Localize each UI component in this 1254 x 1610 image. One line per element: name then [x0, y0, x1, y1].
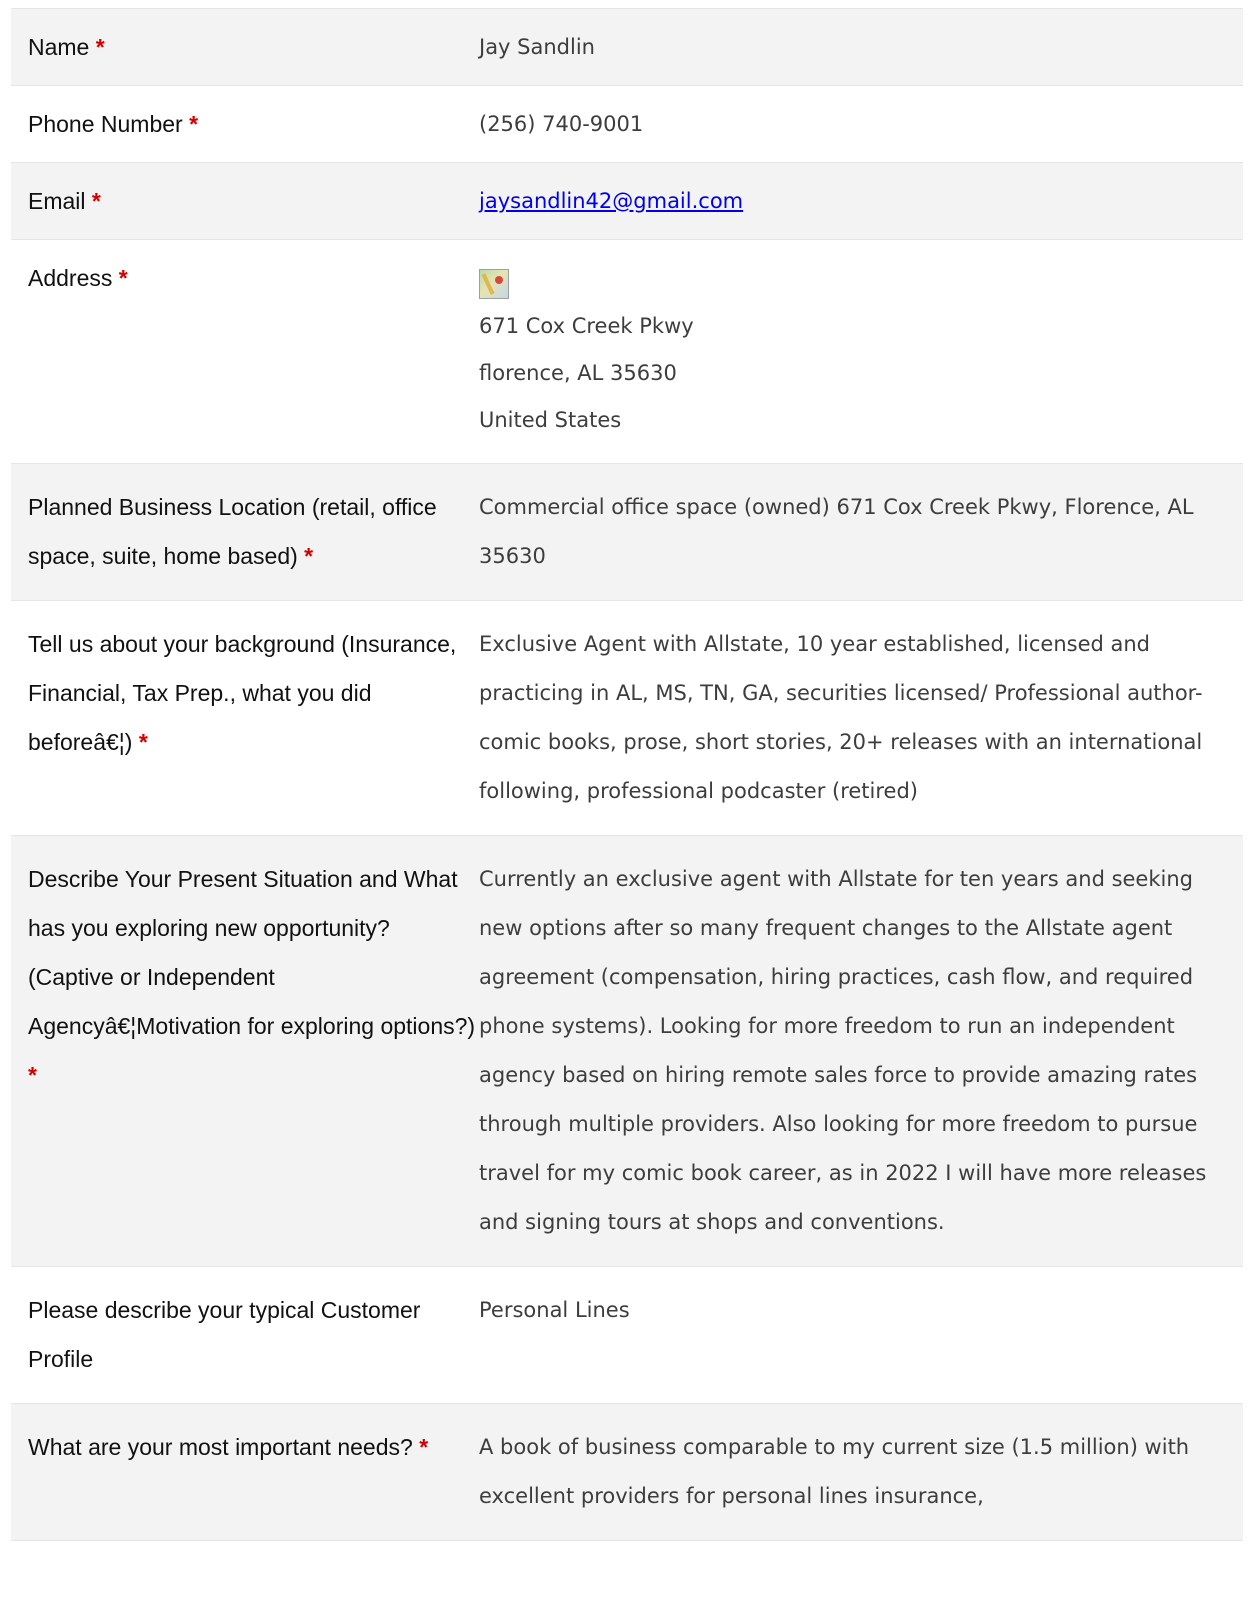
required-asterisk: *	[118, 265, 128, 291]
required-asterisk: *	[419, 1434, 429, 1460]
field-row-customer-profile: Please describe your typical Customer Pr…	[11, 1267, 1243, 1404]
address-line-street: 671 Cox Creek Pkwy	[479, 314, 694, 338]
field-value-email: jaysandlin42@gmail.com	[479, 163, 1243, 239]
required-asterisk: *	[138, 729, 148, 755]
field-label-text: Describe Your Present Situation and What…	[28, 866, 476, 1039]
field-label-text: Name	[28, 34, 90, 60]
field-value-important-needs: A book of business comparable to my curr…	[479, 1435, 1190, 1508]
field-label: Address *	[11, 240, 479, 463]
field-label: Phone Number *	[11, 86, 479, 162]
required-asterisk: *	[95, 34, 105, 60]
field-row-important-needs: What are your most important needs? * A …	[11, 1404, 1243, 1541]
field-label: Email *	[11, 163, 479, 239]
field-label: Tell us about your background (Insurance…	[11, 601, 479, 835]
required-asterisk: *	[304, 543, 314, 569]
address-line-country: United States	[479, 408, 622, 432]
field-label-text: Address	[28, 265, 113, 291]
email-link[interactable]: jaysandlin42@gmail.com	[479, 189, 743, 213]
field-label: What are your most important needs? *	[11, 1404, 479, 1540]
map-icon[interactable]	[479, 269, 509, 299]
field-label-text: Email	[28, 188, 86, 214]
submission-details-table: Name * Jay Sandlin Phone Number * (256) …	[11, 8, 1243, 1541]
field-row-email: Email * jaysandlin42@gmail.com	[11, 163, 1243, 240]
required-asterisk: *	[189, 111, 199, 137]
field-label-text: Phone Number	[28, 111, 183, 137]
field-row-name: Name * Jay Sandlin	[11, 9, 1243, 86]
field-value-customer-profile: Personal Lines	[479, 1298, 630, 1322]
field-row-background: Tell us about your background (Insurance…	[11, 601, 1243, 836]
field-value-business-location: Commercial office space (owned) 671 Cox …	[479, 495, 1194, 568]
field-row-phone: Phone Number * (256) 740-9001	[11, 86, 1243, 163]
field-value-name: Jay Sandlin	[479, 35, 595, 59]
required-asterisk: *	[28, 1062, 37, 1088]
field-row-address: Address * 671 Cox Creek Pkwy florence, A…	[11, 240, 1243, 464]
field-label: Name *	[11, 9, 479, 85]
field-row-business-location: Planned Business Location (retail, offic…	[11, 464, 1243, 601]
field-label: Please describe your typical Customer Pr…	[11, 1267, 479, 1403]
field-label-text: Please describe your typical Customer Pr…	[28, 1297, 421, 1372]
field-label: Describe Your Present Situation and What…	[11, 836, 479, 1266]
field-value-present-situation: Currently an exclusive agent with Allsta…	[479, 867, 1207, 1234]
field-value-address: 671 Cox Creek Pkwy florence, AL 35630 Un…	[479, 240, 1243, 463]
required-asterisk: *	[91, 188, 101, 214]
field-value-background: Exclusive Agent with Allstate, 10 year e…	[479, 632, 1203, 803]
field-label-text: What are your most important needs?	[28, 1434, 413, 1460]
field-row-present-situation: Describe Your Present Situation and What…	[11, 836, 1243, 1267]
field-label-text: Tell us about your background (Insurance…	[28, 631, 457, 755]
address-line-city: florence, AL 35630	[479, 361, 677, 385]
field-label: Planned Business Location (retail, offic…	[11, 464, 479, 600]
field-value-phone: (256) 740-9001	[479, 112, 644, 136]
field-label-text: Planned Business Location (retail, offic…	[28, 494, 437, 569]
